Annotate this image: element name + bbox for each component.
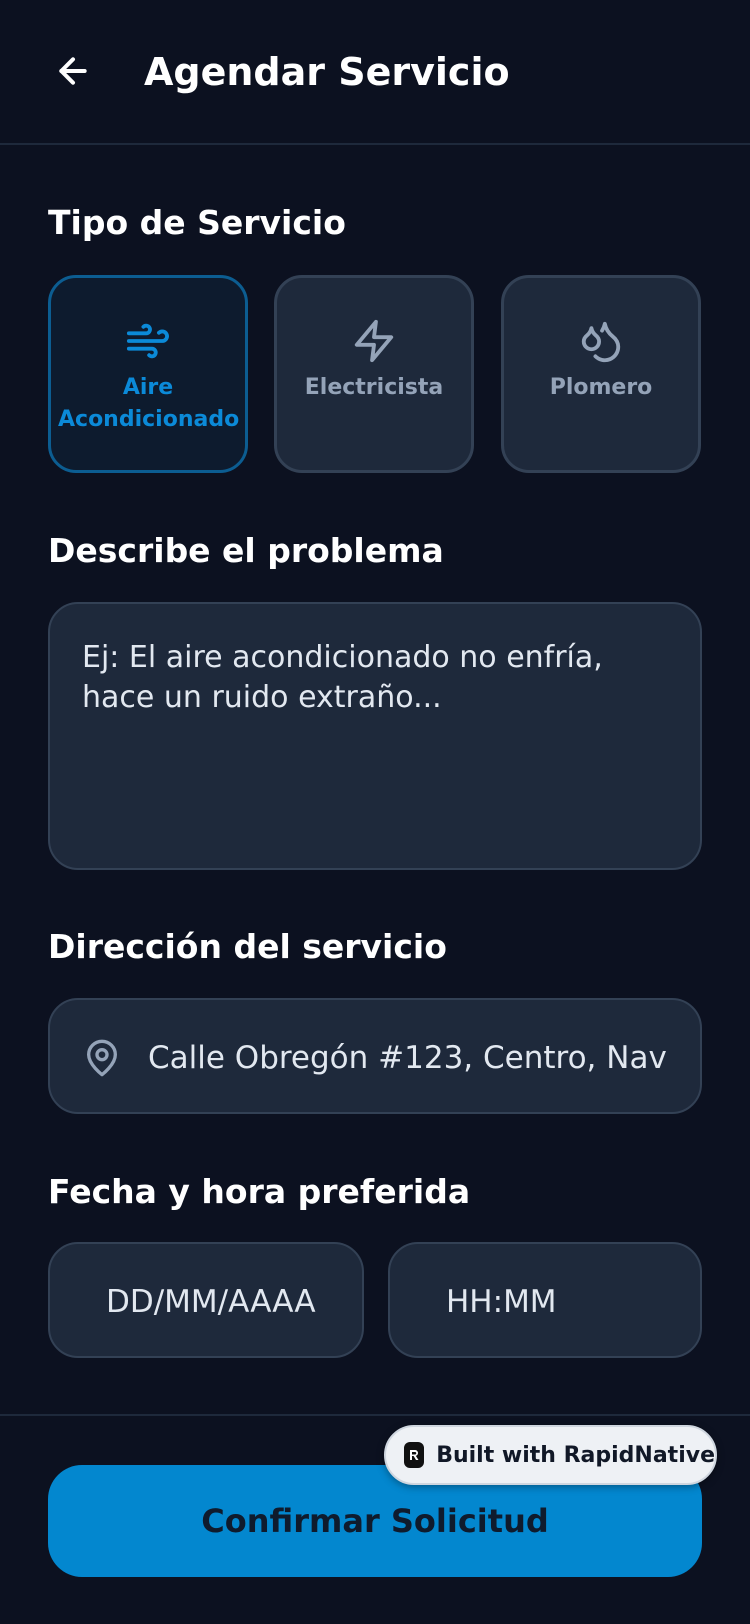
back-button[interactable] <box>48 46 98 96</box>
zap-icon <box>354 319 394 363</box>
confirm-request-label: Confirmar Solicitud <box>201 1502 549 1540</box>
date-placeholder: DD/MM/AAAA <box>106 1284 316 1320</box>
problem-description-input[interactable]: Ej: El aire acondicionado no enfría, hac… <box>48 602 702 870</box>
service-option-label: Aire Acondicionado <box>58 375 240 432</box>
page-title: Agendar Servicio <box>144 50 510 94</box>
schedule-heading: Fecha y hora preferida <box>48 1172 471 1211</box>
map-pin-icon <box>87 1039 118 1077</box>
footer-divider <box>0 1414 750 1416</box>
service-option-label: Electricista <box>304 375 444 400</box>
arrow-left-icon <box>59 57 87 85</box>
date-input[interactable]: DD/MM/AAAA <box>48 1242 364 1358</box>
address-input[interactable]: Calle Obregón #123, Centro, Navojoa <box>48 998 702 1114</box>
time-input[interactable]: HH:MM <box>388 1242 702 1358</box>
service-type-heading: Tipo de Servicio <box>48 203 346 242</box>
droplets-icon <box>581 321 621 363</box>
built-with-badge[interactable]: Built with RapidNative <box>384 1425 717 1485</box>
time-placeholder: HH:MM <box>446 1284 557 1320</box>
service-option-label: Plomero <box>549 375 653 400</box>
service-option-electricista[interactable]: Electricista <box>274 275 474 473</box>
service-option-aire-acondicionado[interactable]: Aire Acondicionado <box>48 275 248 473</box>
service-option-plomero[interactable]: Plomero <box>501 275 701 473</box>
address-heading: Dirección del servicio <box>48 927 447 966</box>
app-header: Agendar Servicio <box>0 0 750 145</box>
problem-heading: Describe el problema <box>48 531 444 570</box>
address-value: Calle Obregón #123, Centro, Navojoa <box>148 1040 668 1076</box>
wind-icon <box>126 323 169 359</box>
built-with-label: Built with RapidNative <box>436 1442 715 1468</box>
rapidnative-logo-icon <box>404 1442 425 1468</box>
